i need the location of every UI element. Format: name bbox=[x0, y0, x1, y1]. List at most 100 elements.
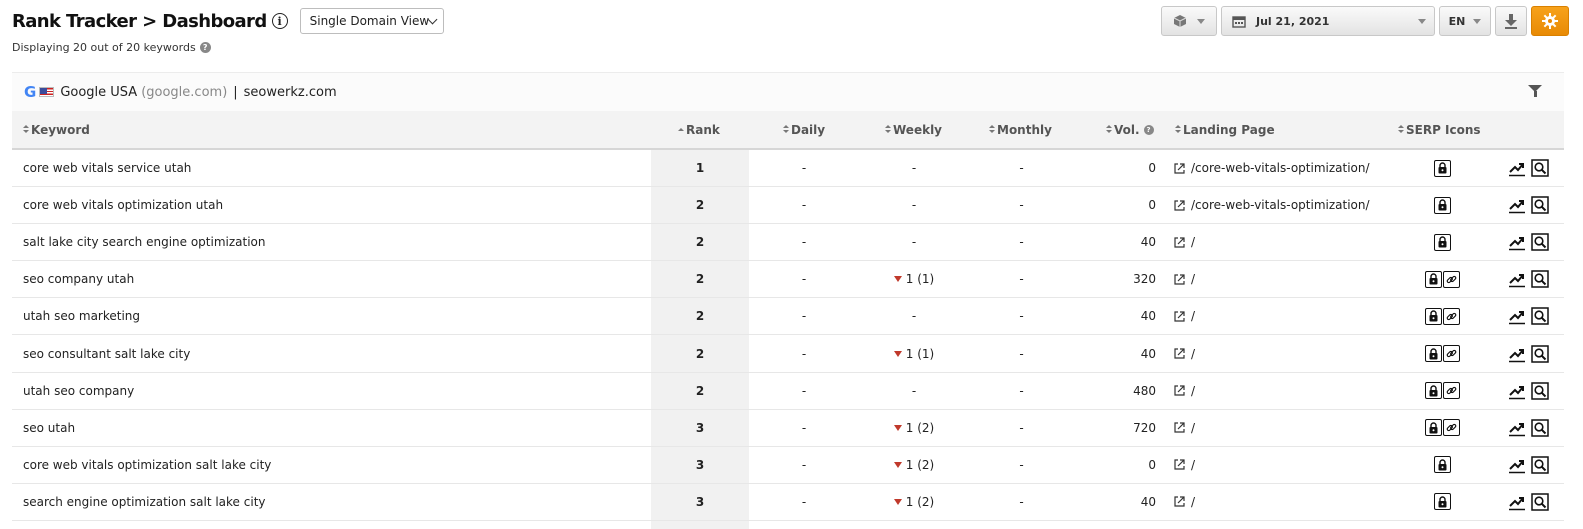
landing-page-link[interactable]: / bbox=[1174, 447, 1195, 483]
col-landing-page[interactable]: Landing Page bbox=[1175, 111, 1275, 148]
landing-page-link[interactable]: / bbox=[1174, 224, 1195, 260]
external-link-icon bbox=[1174, 237, 1185, 248]
trend-chart-icon[interactable] bbox=[1508, 345, 1526, 363]
volume-cell: 0 bbox=[1148, 457, 1156, 472]
serp-icons-cell bbox=[1392, 484, 1492, 520]
col-serp-icons[interactable]: SERP Icons bbox=[1398, 111, 1481, 148]
landing-page-link[interactable]: / bbox=[1174, 373, 1195, 409]
table-row[interactable]: utah seo company 2 - - - 480 / bbox=[12, 373, 1564, 410]
serp-view-icon[interactable] bbox=[1530, 196, 1549, 214]
col-keyword[interactable]: Keyword bbox=[23, 111, 90, 148]
col-vol[interactable]: Vol.? bbox=[1106, 111, 1154, 148]
landing-page-link[interactable]: / bbox=[1174, 298, 1195, 334]
lock-icon bbox=[1433, 493, 1451, 511]
keyword-cell[interactable]: utah seo marketing bbox=[23, 298, 140, 334]
weekly-value: 1 (2) bbox=[905, 457, 935, 472]
col-daily[interactable]: Daily bbox=[783, 111, 825, 148]
help-icon[interactable]: ? bbox=[199, 42, 211, 53]
serp-view-icon[interactable] bbox=[1530, 381, 1549, 400]
landing-page-path: /core-web-vitals-optimization/ bbox=[1191, 161, 1370, 175]
settings-button[interactable] bbox=[1531, 6, 1569, 36]
monthly-cell: - bbox=[1019, 309, 1024, 324]
daily-cell: - bbox=[801, 420, 807, 435]
help-icon[interactable]: ? bbox=[1143, 124, 1154, 135]
weekly-value: 1 (2) bbox=[905, 420, 935, 435]
landing-page-path: / bbox=[1191, 420, 1196, 435]
serp-icons-cell bbox=[1392, 187, 1492, 223]
landing-page-link[interactable]: /core-web-vitals-optimization/ bbox=[1174, 187, 1370, 223]
export-button[interactable] bbox=[1495, 6, 1527, 36]
col-weekly[interactable]: Weekly bbox=[885, 111, 942, 148]
col-monthly[interactable]: Monthly bbox=[989, 111, 1052, 148]
filter-icon[interactable] bbox=[1528, 85, 1542, 97]
rank-down-icon bbox=[893, 350, 902, 357]
trend-chart-icon[interactable] bbox=[1508, 233, 1526, 251]
weekly-value: 1 (1) bbox=[905, 272, 935, 287]
view-select[interactable]: Single Domain View bbox=[299, 8, 444, 34]
trend-chart-icon[interactable] bbox=[1508, 456, 1526, 474]
col-rank[interactable]: Rank bbox=[678, 111, 720, 148]
table-row[interactable]: core web vitals optimization utah 2 - - - 0/c… bbox=[12, 187, 1564, 225]
serp-view-icon[interactable] bbox=[1530, 233, 1549, 251]
table-row[interactable]: core web vitals optimization salt lake c… bbox=[12, 447, 1564, 484]
rank-cell: 3 bbox=[695, 494, 705, 509]
table-row[interactable]: core web vitals service utah 1 - - - 0/core-w… bbox=[12, 150, 1564, 187]
serp-view-icon[interactable] bbox=[1530, 418, 1549, 437]
keyword-cell[interactable]: core web vitals service utah bbox=[23, 150, 191, 186]
trend-chart-icon[interactable] bbox=[1508, 419, 1526, 437]
landing-page-link[interactable]: / bbox=[1174, 484, 1195, 520]
cube-dropdown-button[interactable] bbox=[1161, 6, 1217, 36]
landing-page-link[interactable]: / bbox=[1174, 261, 1195, 297]
trend-chart-icon[interactable] bbox=[1508, 270, 1526, 288]
trend-chart-icon[interactable] bbox=[1508, 307, 1526, 325]
daily-cell: - bbox=[801, 346, 807, 361]
monthly-cell: - bbox=[1019, 383, 1024, 398]
trend-chart-icon[interactable] bbox=[1508, 382, 1526, 400]
keyword-cell[interactable]: utah seo company bbox=[23, 373, 134, 409]
serp-view-icon[interactable] bbox=[1530, 456, 1549, 474]
serp-view-icon[interactable] bbox=[1530, 307, 1549, 326]
row-actions bbox=[1500, 336, 1556, 372]
row-actions bbox=[1500, 447, 1556, 483]
trend-chart-icon[interactable] bbox=[1508, 159, 1526, 177]
table-row[interactable]: search engine optimization salt lake cit… bbox=[12, 484, 1564, 521]
landing-page-link[interactable]: / bbox=[1174, 410, 1195, 446]
tracked-site: seowerkz.com bbox=[243, 84, 337, 100]
table-row[interactable]: seo company utah 2 - 1 (1) - 320 / bbox=[12, 261, 1564, 299]
keyword-cell[interactable]: search engine optimization salt lake cit… bbox=[23, 484, 266, 520]
rank-cell: 3 bbox=[695, 420, 705, 435]
keyword-cell[interactable]: core web vitals optimization salt lake c… bbox=[23, 447, 271, 483]
keyword-cell[interactable]: seo consultant salt lake city bbox=[23, 336, 190, 372]
serp-view-icon[interactable] bbox=[1530, 159, 1549, 177]
serp-view-icon[interactable] bbox=[1530, 493, 1549, 511]
weekly-value: - bbox=[911, 198, 917, 213]
lock-icon bbox=[1424, 270, 1442, 288]
table-row[interactable]: salt lake city search engine optimizatio… bbox=[12, 224, 1564, 262]
trend-chart-icon[interactable] bbox=[1508, 196, 1526, 214]
landing-page-link[interactable]: /core-web-vitals-optimization/ bbox=[1174, 150, 1370, 186]
lock-icon bbox=[1424, 382, 1442, 400]
view-select-value: Single Domain View bbox=[309, 14, 430, 28]
serp-view-icon[interactable] bbox=[1530, 344, 1549, 363]
landing-page-link[interactable]: / bbox=[1174, 336, 1195, 372]
rank-table-panel: G Google USA (google.com) | seowerkz.com… bbox=[12, 72, 1564, 529]
dropdown-arrow-icon bbox=[1418, 19, 1426, 24]
landing-page-path: / bbox=[1191, 383, 1196, 398]
landing-page-path: / bbox=[1191, 309, 1196, 324]
keyword-cell[interactable]: core web vitals optimization utah bbox=[23, 187, 223, 223]
col-monthly-label: Monthly bbox=[997, 122, 1052, 137]
info-icon[interactable]: i bbox=[271, 13, 288, 29]
keyword-cell[interactable]: salt lake city search engine optimizatio… bbox=[23, 224, 266, 260]
keyword-cell[interactable]: seo utah bbox=[23, 410, 75, 446]
serp-view-icon[interactable] bbox=[1530, 270, 1549, 289]
date-picker[interactable]: Jul 21, 2021 bbox=[1221, 6, 1435, 36]
row-actions bbox=[1500, 261, 1556, 297]
table-row[interactable]: seo utah 3 - 1 (2) - 720 / bbox=[12, 410, 1564, 447]
table-row[interactable]: utah seo marketing 2 - - - 40 / bbox=[12, 298, 1564, 336]
table-row[interactable]: seo consultant salt lake city 2 - 1 (1) - 40 / bbox=[12, 336, 1564, 373]
keyword-cell[interactable]: seo company utah bbox=[23, 261, 134, 297]
external-link-icon bbox=[1174, 348, 1185, 359]
trend-chart-icon[interactable] bbox=[1508, 493, 1526, 511]
link-icon bbox=[1442, 345, 1460, 362]
language-dropdown[interactable]: EN bbox=[1439, 6, 1491, 36]
